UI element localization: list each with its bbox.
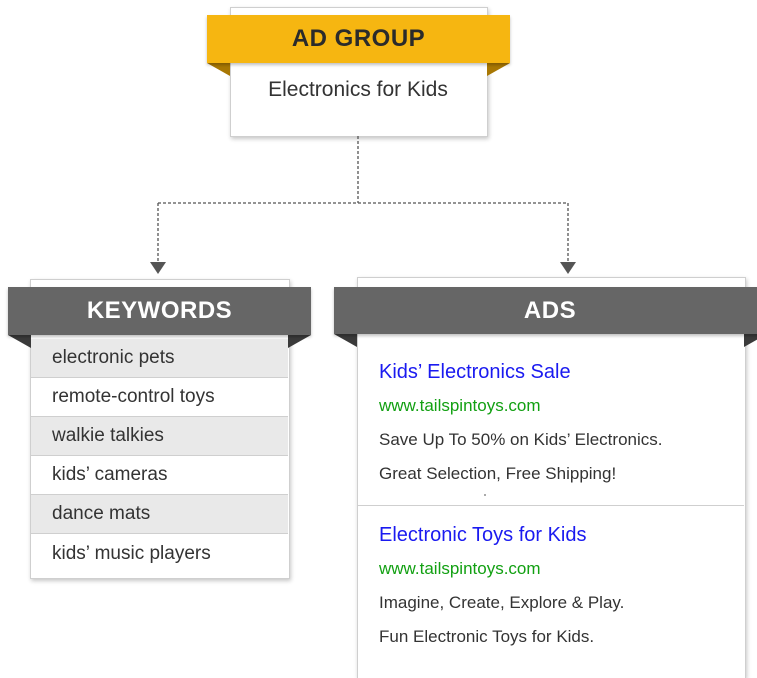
keyword-item: kids’ music players bbox=[52, 542, 211, 564]
ad-display-url[interactable]: www.tailspintoys.com bbox=[379, 389, 739, 423]
keywords-banner-fold-left bbox=[8, 335, 31, 348]
arrow-down-icon bbox=[150, 262, 166, 274]
keyword-item: kids’ cameras bbox=[31, 456, 288, 495]
ad-title-link[interactable]: Electronic Toys for Kids bbox=[379, 518, 739, 552]
text-ad: Kids’ Electronics Sale www.tailspintoys.… bbox=[379, 355, 739, 491]
keyword-item: electronic pets bbox=[31, 339, 288, 378]
ads-banner-fold-left bbox=[334, 334, 357, 347]
keyword-item: walkie talkies bbox=[31, 417, 288, 456]
decorative-dot bbox=[484, 494, 486, 496]
ads-heading: ADS bbox=[334, 287, 757, 334]
ad-title-link[interactable]: Kids’ Electronics Sale bbox=[379, 355, 739, 389]
ad-description-line: Imagine, Create, Explore & Play. bbox=[379, 593, 625, 612]
ad-description-line: Great Selection, Free Shipping! bbox=[379, 464, 617, 483]
keyword-item: dance mats bbox=[31, 495, 288, 534]
keywords-banner-fold-right bbox=[288, 335, 311, 348]
ads-divider bbox=[358, 505, 744, 506]
ads-banner-fold-right bbox=[744, 334, 757, 347]
text-ad: Electronic Toys for Kids www.tailspintoy… bbox=[379, 518, 739, 654]
ad-description-line: Save Up To 50% on Kids’ Electronics. bbox=[379, 430, 663, 449]
ad-display-url[interactable]: www.tailspintoys.com bbox=[379, 552, 739, 586]
arrow-down-icon bbox=[560, 262, 576, 274]
keywords-heading: KEYWORDS bbox=[8, 287, 311, 335]
keywords-list: electronic pets remote-control toys walk… bbox=[31, 339, 288, 573]
keyword-item: remote-control toys bbox=[31, 378, 288, 417]
ad-description-line: Fun Electronic Toys for Kids. bbox=[379, 627, 595, 646]
